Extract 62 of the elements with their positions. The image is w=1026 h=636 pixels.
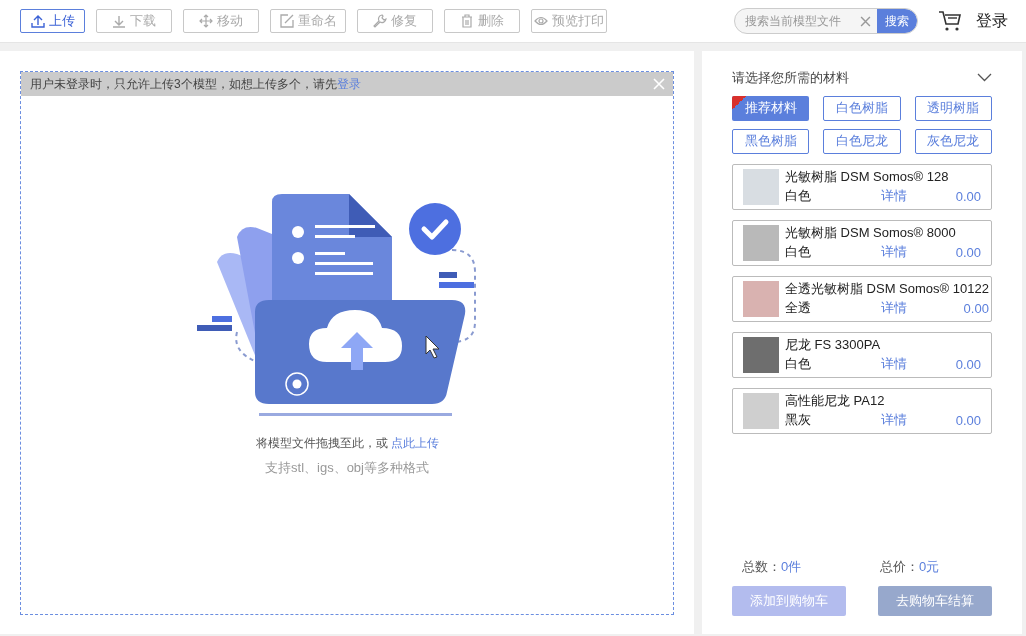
material-name: 尼龙 FS 3300PA: [785, 335, 882, 354]
details-link[interactable]: 详情: [881, 410, 907, 429]
login-link[interactable]: 登录: [336, 77, 361, 91]
details-link[interactable]: 详情: [881, 186, 907, 205]
material-card[interactable]: 全透光敏树脂 DSM Somos® 10122 全透 详情 0.00: [732, 275, 992, 322]
material-color: 黑灰: [785, 410, 812, 429]
login-link[interactable]: 登录: [976, 9, 1008, 33]
material-tag[interactable]: 白色树脂: [823, 95, 901, 121]
total-price-value: 0元: [919, 557, 940, 576]
material-color: 全透: [785, 298, 812, 317]
formats-text: 支持stl、igs、obj等多种格式: [265, 459, 429, 477]
material-tag[interactable]: 黑色树脂: [732, 128, 810, 154]
photo-placeholder: [743, 336, 779, 373]
material-price: 0.00: [955, 243, 981, 262]
material-name: 光敏树脂 DSM Somos® 8000: [785, 223, 957, 242]
photo-placeholder: [743, 168, 779, 205]
clear-icon[interactable]: [860, 15, 871, 27]
cart-icon[interactable]: [938, 10, 962, 32]
material-tag[interactable]: 推荐材料: [732, 95, 810, 121]
trash-icon: [460, 14, 474, 28]
material-card[interactable]: 高性能尼龙 PA12 黑灰 详情 0.00: [732, 387, 992, 434]
wrench-icon: [373, 14, 387, 28]
material-price: 0.00: [963, 299, 989, 318]
details-link[interactable]: 详情: [881, 354, 907, 373]
drop-hint-text: 将模型文件拖拽至此，或: [255, 435, 388, 452]
notice-text: 用户未登录时，只允许上传3个模型，如想上传多个，请先登录: [30, 76, 361, 93]
photo-placeholder: [743, 280, 779, 317]
total-price-label: 总价：: [880, 557, 919, 576]
details-link[interactable]: 详情: [881, 242, 907, 261]
material-color: 白色: [785, 242, 812, 261]
upload-icon: [30, 14, 45, 28]
materials-title: 请选择您所需的材料: [732, 69, 849, 87]
details-link[interactable]: 详情: [881, 298, 907, 317]
toolbar-button[interactable]: 上传: [20, 9, 85, 33]
search-button[interactable]: 搜索: [877, 9, 917, 33]
chevron-down-icon[interactable]: [977, 73, 992, 83]
material-name: 光敏树脂 DSM Somos® 128: [785, 167, 950, 186]
material-tag[interactable]: 透明树脂: [914, 95, 992, 121]
edit-icon: [279, 14, 294, 28]
search-field[interactable]: 搜索当前模型文件 搜索: [734, 8, 918, 34]
upload-link[interactable]: 点此上传: [390, 434, 439, 452]
total-count-label: 总数：: [742, 557, 781, 576]
drop-zone[interactable]: 用户未登录时，只允许上传3个模型，如想上传多个，请先登录 将模型文件拖拽至此，或 点此上传 支持stl、igs、obj等多种格式: [20, 71, 674, 615]
material-card[interactable]: 光敏树脂 DSM Somos® 128 白色 详情 0.00: [732, 163, 992, 210]
material-name: 全透光敏树脂 DSM Somos® 10122: [785, 279, 989, 298]
eye-icon: [534, 14, 548, 28]
download-icon: [112, 14, 126, 28]
material-color: 白色: [785, 186, 812, 205]
material-price: 0.00: [955, 355, 981, 374]
material-tag[interactable]: 白色尼龙: [823, 128, 901, 154]
move-icon: [199, 14, 213, 28]
photo-placeholder: [743, 392, 779, 429]
material-tag[interactable]: 灰色尼龙: [914, 128, 992, 154]
material-color: 白色: [785, 354, 812, 373]
material-card[interactable]: 尼龙 FS 3300PA 白色 详情 0.00: [732, 331, 992, 378]
material-price: 0.00: [955, 411, 981, 430]
material-price: 0.00: [955, 187, 981, 206]
checkout-button[interactable]: 去购物车结算: [878, 586, 992, 616]
material-name: 高性能尼龙 PA12: [785, 391, 886, 410]
material-card[interactable]: 光敏树脂 DSM Somos® 8000 白色 详情 0.00: [732, 219, 992, 266]
photo-placeholder: [743, 224, 779, 261]
total-count-value: 0件: [781, 557, 802, 576]
